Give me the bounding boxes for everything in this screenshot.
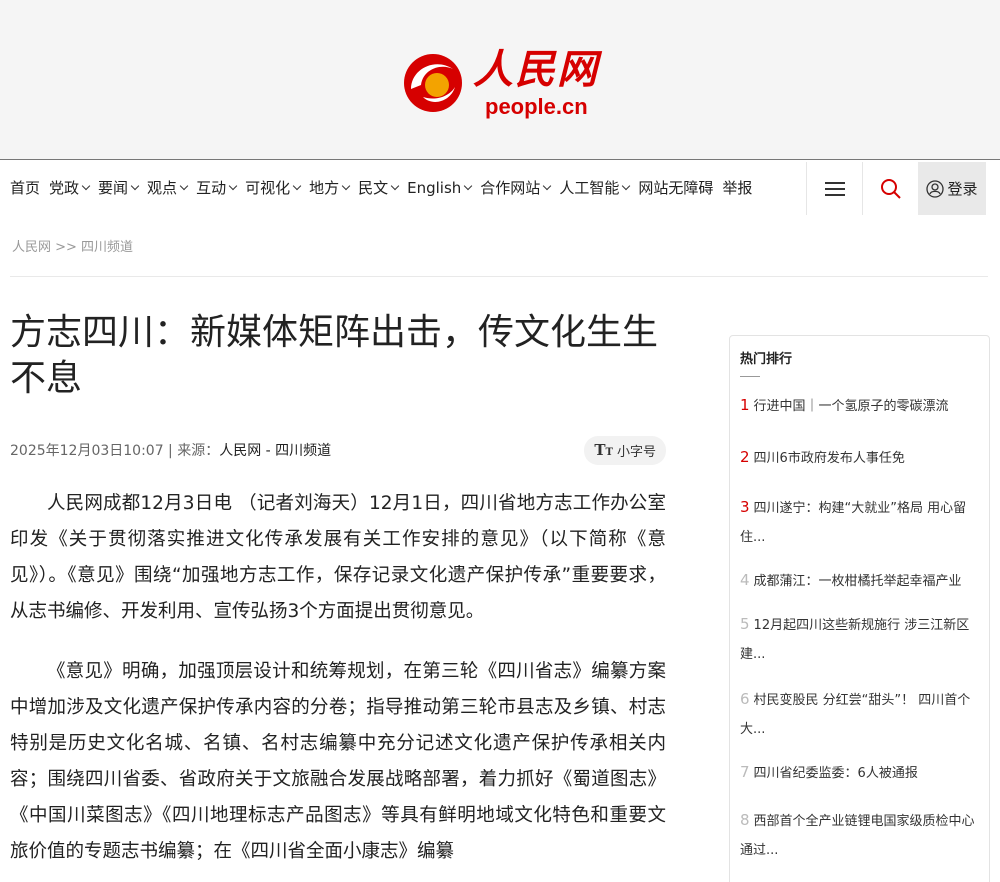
rank-number: 3 bbox=[740, 498, 750, 516]
site-logo[interactable]: 人民网 people.cn bbox=[401, 46, 599, 120]
hot-ranking-item[interactable]: 1 行进中国｜一个氢原子的零碳漂流 bbox=[740, 391, 979, 421]
nav-item[interactable]: 网站无障碍 bbox=[638, 177, 713, 198]
nav-item-label: 合作网站 bbox=[480, 179, 541, 197]
hamburger-icon bbox=[824, 178, 845, 200]
hot-ranking-title: 热门排行 bbox=[740, 352, 793, 367]
rank-headline: 四川遂宁：构建“大就业”格局 用心留住... bbox=[740, 501, 967, 545]
rank-headline: 行进中国｜一个氢原子的零碳漂流 bbox=[753, 399, 949, 414]
nav-item[interactable]: 人工智能 bbox=[559, 177, 631, 198]
rank-number: 5 bbox=[740, 615, 750, 633]
font-size-label: 小字号 bbox=[616, 444, 656, 460]
rank-headline: 12月起四川这些新规施行 涉三江新区建... bbox=[740, 618, 970, 662]
nav-item[interactable]: 首页 bbox=[10, 177, 40, 198]
nav-item-label: 可视化 bbox=[245, 179, 291, 197]
nav-item[interactable]: 民文 bbox=[358, 177, 400, 198]
hot-ranking-panel: 热门排行 1 行进中国｜一个氢原子的零碳漂流 2 四川6市政府发布人事任免 3 四川遂宁：… bbox=[729, 335, 990, 882]
login-button[interactable]: 登录 bbox=[918, 162, 986, 215]
login-label: 登录 bbox=[947, 180, 978, 198]
nav-item-label: 民文 bbox=[358, 179, 389, 197]
rank-number: 7 bbox=[740, 763, 750, 781]
rank-number: 1 bbox=[740, 396, 750, 414]
source-prefix: | 来源： bbox=[163, 443, 220, 459]
nav-item[interactable]: 要闻 bbox=[98, 177, 140, 198]
publish-date: 2025年12月03日10:07 bbox=[10, 443, 164, 459]
article-title: 方志四川：新媒体矩阵出击，传文化生生不息 bbox=[10, 312, 659, 399]
nav-item-label: 首页 bbox=[10, 179, 41, 197]
chevron-down-icon bbox=[464, 181, 473, 190]
nav-item-label: 地方 bbox=[309, 179, 340, 197]
logo-english-text: people.cn bbox=[485, 93, 588, 119]
nav-item-label: 观点 bbox=[147, 179, 178, 197]
nav-item-label: 人工智能 bbox=[559, 179, 620, 197]
rank-number: 2 bbox=[740, 448, 750, 466]
hot-ranking-item[interactable]: 2 四川6市政府发布人事任免 bbox=[740, 443, 979, 473]
hot-ranking-item[interactable]: 5 12月起四川这些新规施行 涉三江新区建... bbox=[740, 610, 979, 669]
chevron-down-icon bbox=[179, 181, 189, 190]
article-meta: 2025年12月03日10:07 | 来源：人民网 - 四川频道 TT 小字号 bbox=[10, 435, 666, 465]
nav-item-label: 党政 bbox=[49, 179, 80, 197]
title-underline bbox=[740, 376, 760, 377]
hot-ranking-item[interactable]: 7 四川省纪委监委：6人被通报 bbox=[740, 758, 979, 788]
article: 方志四川：新媒体矩阵出击，传文化生生不息 2025年12月03日10:07 | … bbox=[10, 310, 666, 870]
rank-headline: 成都蒲江：一枚柑橘托举起幸福产业 bbox=[753, 574, 962, 589]
nav-item[interactable]: 举报 bbox=[722, 177, 752, 198]
nav-item[interactable]: 地方 bbox=[309, 177, 351, 198]
breadcrumb[interactable]: 人民网 >> 四川频道 bbox=[12, 236, 133, 255]
hot-ranking-list: 1 行进中国｜一个氢原子的零碳漂流 2 四川6市政府发布人事任免 3 四川遂宁：构建“大就… bbox=[740, 391, 979, 865]
rank-headline: 四川省纪委监委：6人被通报 bbox=[753, 766, 918, 781]
hot-ranking-item[interactable]: 6 村民变股民 分红尝“甜头”！ 四川首个大... bbox=[740, 685, 979, 744]
nav-item[interactable]: 互动 bbox=[196, 177, 238, 198]
rank-headline: 四川6市政府发布人事任免 bbox=[753, 451, 905, 466]
font-size-button[interactable]: TT 小字号 bbox=[584, 435, 666, 465]
main-nav: 首页 党政 要闻 观点 互动 可视化 地方 民文 English 合作网站 人工智能 网站无障碍 举报 … bbox=[0, 160, 1000, 215]
rank-number: 8 bbox=[740, 811, 750, 829]
chevron-down-icon bbox=[228, 181, 238, 190]
hot-ranking-item[interactable]: 4 成都蒲江：一枚柑橘托举起幸福产业 bbox=[740, 566, 979, 596]
nav-item[interactable]: 合作网站 bbox=[480, 177, 552, 198]
chevron-down-icon bbox=[622, 181, 631, 190]
hot-ranking-item[interactable]: 8 西部首个全产业链锂电国家级质检中心通过... bbox=[740, 806, 979, 865]
article-paragraph: 《意见》明确，加强顶层设计和统筹规划，在第三轮《四川省志》编纂方案中增加涉及文化… bbox=[10, 661, 666, 862]
chevron-down-icon bbox=[81, 181, 91, 190]
rank-headline: 村民变股民 分红尝“甜头”！ 四川首个大... bbox=[740, 693, 971, 737]
nav-item-label: 要闻 bbox=[98, 179, 129, 197]
nav-item[interactable]: English bbox=[407, 178, 473, 197]
search-icon bbox=[880, 178, 901, 199]
nav-item-label: English bbox=[407, 178, 462, 197]
divider bbox=[10, 276, 988, 277]
rank-number: 4 bbox=[740, 571, 750, 589]
nav-item[interactable]: 观点 bbox=[147, 177, 189, 198]
chevron-down-icon bbox=[341, 181, 351, 190]
chevron-down-icon bbox=[130, 181, 140, 190]
chevron-down-icon bbox=[292, 181, 302, 190]
logo-swirl-icon bbox=[404, 53, 462, 112]
chevron-down-icon bbox=[543, 181, 552, 190]
nav-item[interactable]: 可视化 bbox=[245, 177, 302, 198]
user-icon bbox=[926, 179, 945, 198]
hot-ranking-item[interactable]: 3 四川遂宁：构建“大就业”格局 用心留住... bbox=[740, 493, 979, 552]
font-size-icon: TT bbox=[594, 441, 613, 459]
nav-item-label: 举报 bbox=[722, 179, 753, 197]
menu-button[interactable] bbox=[806, 162, 862, 215]
rank-number: 6 bbox=[740, 690, 750, 708]
logo-chinese-text: 人民网 bbox=[473, 45, 599, 93]
nav-item-label: 网站无障碍 bbox=[638, 179, 714, 197]
chevron-down-icon bbox=[390, 181, 400, 190]
article-paragraph: 人民网成都12月3日电 （记者刘海天）12月1日，四川省地方志工作办公室印发《关… bbox=[10, 493, 666, 622]
search-button[interactable] bbox=[862, 162, 918, 215]
site-header: 人民网 people.cn bbox=[0, 0, 1000, 160]
rank-headline: 西部首个全产业链锂电国家级质检中心通过... bbox=[740, 814, 975, 858]
nav-item-label: 互动 bbox=[196, 179, 227, 197]
source-link[interactable]: 人民网 - 四川频道 bbox=[219, 443, 331, 459]
nav-item[interactable]: 党政 bbox=[49, 177, 91, 198]
